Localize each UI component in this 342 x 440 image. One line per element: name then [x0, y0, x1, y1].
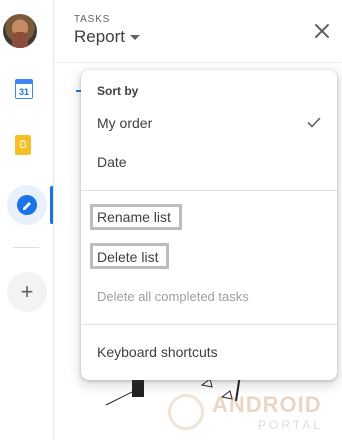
pencil-check-icon — [23, 202, 31, 210]
sort-section-label: Sort by — [97, 84, 139, 98]
rail-divider — [13, 247, 39, 248]
sort-my-order-item[interactable]: My order — [97, 115, 152, 131]
sort-date-item[interactable]: Date — [97, 154, 127, 170]
keyboard-shortcuts-item[interactable]: Keyboard shortcuts — [97, 344, 218, 360]
account-avatar[interactable] — [3, 14, 37, 48]
list-title[interactable]: Report — [74, 27, 125, 47]
add-app-button[interactable]: + — [7, 272, 47, 312]
caret-down-icon[interactable] — [130, 35, 140, 40]
side-rail: 31 + — [0, 0, 54, 440]
watermark: ANDROID PORTAL — [168, 392, 340, 438]
watermark-title: ANDROID — [212, 392, 322, 417]
app-label: TASKS — [74, 14, 111, 25]
calendar-day: 31 — [18, 86, 29, 97]
menu-divider — [81, 190, 337, 191]
delete-completed-item: Delete all completed tasks — [97, 289, 249, 304]
header-divider — [54, 62, 342, 63]
android-logo-icon — [168, 394, 204, 430]
close-button[interactable] — [313, 22, 331, 40]
watermark-subtitle: PORTAL — [258, 418, 323, 432]
menu-divider — [81, 324, 337, 325]
check-icon — [307, 117, 321, 128]
delete-list-item[interactable]: Delete list — [97, 249, 158, 265]
active-indicator — [50, 186, 53, 224]
tasks-icon[interactable] — [17, 195, 37, 215]
list-options-menu: Sort by My order Date Rename list Delete… — [81, 70, 337, 380]
plus-icon: + — [20, 279, 34, 304]
calendar-icon[interactable]: 31 — [15, 79, 33, 99]
rename-list-item[interactable]: Rename list — [97, 209, 171, 225]
keep-icon[interactable] — [15, 135, 31, 155]
close-icon — [315, 24, 329, 38]
